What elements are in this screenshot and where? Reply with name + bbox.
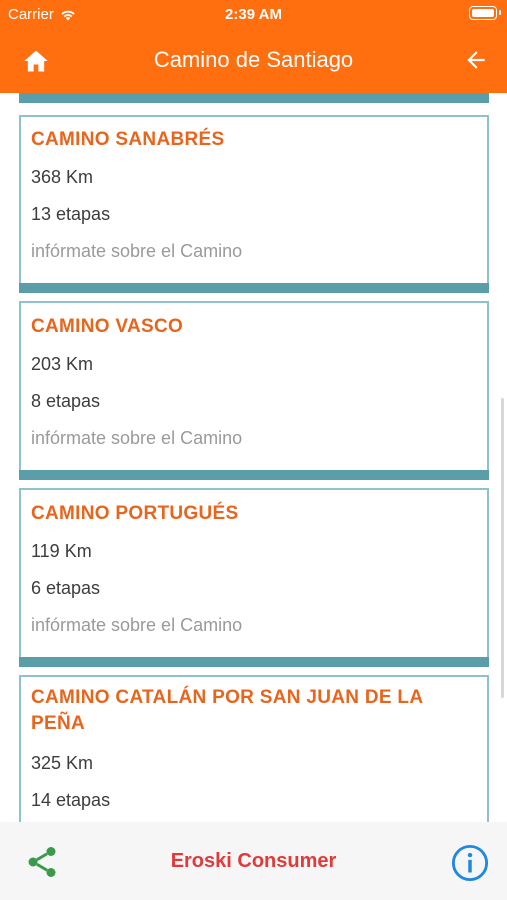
camino-name: CAMINO PORTUGUÉS — [31, 503, 239, 524]
camino-name: CAMINO VASCO — [31, 316, 184, 337]
camino-card-sanabres[interactable]: CAMINO SANABRÉS 368 Km 13 etapas infórma… — [19, 115, 489, 293]
status-time: 2:39 AM — [225, 6, 282, 23]
battery-icon — [469, 6, 501, 20]
arrow-left-icon[interactable] — [463, 47, 489, 73]
footer-bar: Eroski Consumer — [0, 822, 507, 900]
camino-name: CAMINO CATALÁN POR SAN JUAN DE LA PEÑA — [31, 687, 423, 734]
card-divider — [19, 93, 489, 103]
camino-card-catalan[interactable]: CAMINO CATALÁN POR SAN JUAN DE LA PEÑA 3… — [19, 675, 489, 822]
camino-name: CAMINO SANABRÉS — [31, 129, 225, 150]
camino-distance: 203 Km — [31, 354, 94, 374]
navigation-bar: Camino de Santiago — [0, 28, 507, 93]
status-bar: Carrier 2:39 AM — [0, 0, 507, 28]
camino-stages: 13 etapas — [31, 204, 111, 224]
caminos-list[interactable]: CAMINO SANABRÉS 368 Km 13 etapas infórma… — [0, 93, 507, 822]
camino-stages: 6 etapas — [31, 578, 101, 598]
camino-info-link[interactable]: infórmate sobre el Camino — [31, 241, 242, 262]
app-header: Carrier 2:39 AM Camino de Santiago — [0, 0, 507, 93]
camino-card-portugues[interactable]: CAMINO PORTUGUÉS 119 Km 6 etapas infórma… — [19, 488, 489, 667]
card-divider — [19, 470, 489, 480]
camino-distance: 119 Km — [31, 541, 92, 561]
info-icon[interactable] — [451, 844, 489, 882]
camino-card-vasco[interactable]: CAMINO VASCO 203 Km 8 etapas infórmate s… — [19, 301, 489, 480]
camino-stages: 8 etapas — [31, 391, 101, 411]
scrollbar[interactable] — [501, 398, 504, 698]
camino-distance: 325 Km — [31, 753, 94, 773]
card-divider — [19, 283, 489, 293]
camino-info-link[interactable]: infórmate sobre el Camino — [31, 615, 242, 636]
camino-stages: 14 etapas — [31, 790, 111, 810]
brand-label[interactable]: Eroski Consumer — [0, 850, 507, 873]
page-title: Camino de Santiago — [153, 47, 354, 72]
card-divider — [19, 657, 489, 667]
camino-info-link[interactable]: infórmate sobre el Camino — [31, 428, 242, 449]
camino-distance: 368 Km — [31, 167, 94, 187]
